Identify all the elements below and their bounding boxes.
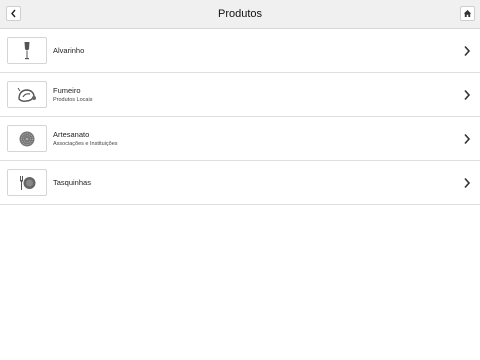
list-item-fumeiro[interactable]: Fumeiro Produtos Locais (0, 73, 480, 117)
list-item-subtitle: Associações e Instituições (53, 141, 118, 147)
list-item-subtitle: Produtos Locais (53, 97, 93, 103)
product-thumbnail (7, 169, 47, 196)
page-title: Produtos (217, 8, 263, 20)
chevron-right-icon (464, 89, 471, 101)
navigation-bar: Produtos (0, 0, 480, 29)
chevron-right-icon (464, 45, 471, 57)
home-icon (463, 10, 472, 17)
list-item-title: Fumeiro (53, 86, 81, 95)
plate-cutlery-icon (20, 175, 36, 190)
home-button[interactable] (460, 6, 475, 21)
list-item-tasquinhas[interactable]: Tasquinhas (0, 161, 480, 205)
product-list: Alvarinho Fumeiro Produtos Locais Artesa… (0, 29, 480, 205)
product-thumbnail (7, 37, 47, 64)
embroidery-icon (19, 131, 35, 146)
list-item-title: Alvarinho (53, 46, 85, 55)
list-item-alvarinho[interactable]: Alvarinho (0, 29, 480, 73)
list-item-title: Artesanato (53, 130, 90, 139)
list-item-artesanato[interactable]: Artesanato Associações e Instituições (0, 117, 480, 161)
product-thumbnail (7, 125, 47, 152)
chevron-right-icon (464, 133, 471, 145)
wine-glass-icon (24, 41, 30, 59)
list-item-title: Tasquinhas (53, 178, 91, 187)
product-thumbnail (7, 81, 47, 108)
sausage-icon (17, 87, 36, 102)
chevron-right-icon (464, 177, 471, 189)
